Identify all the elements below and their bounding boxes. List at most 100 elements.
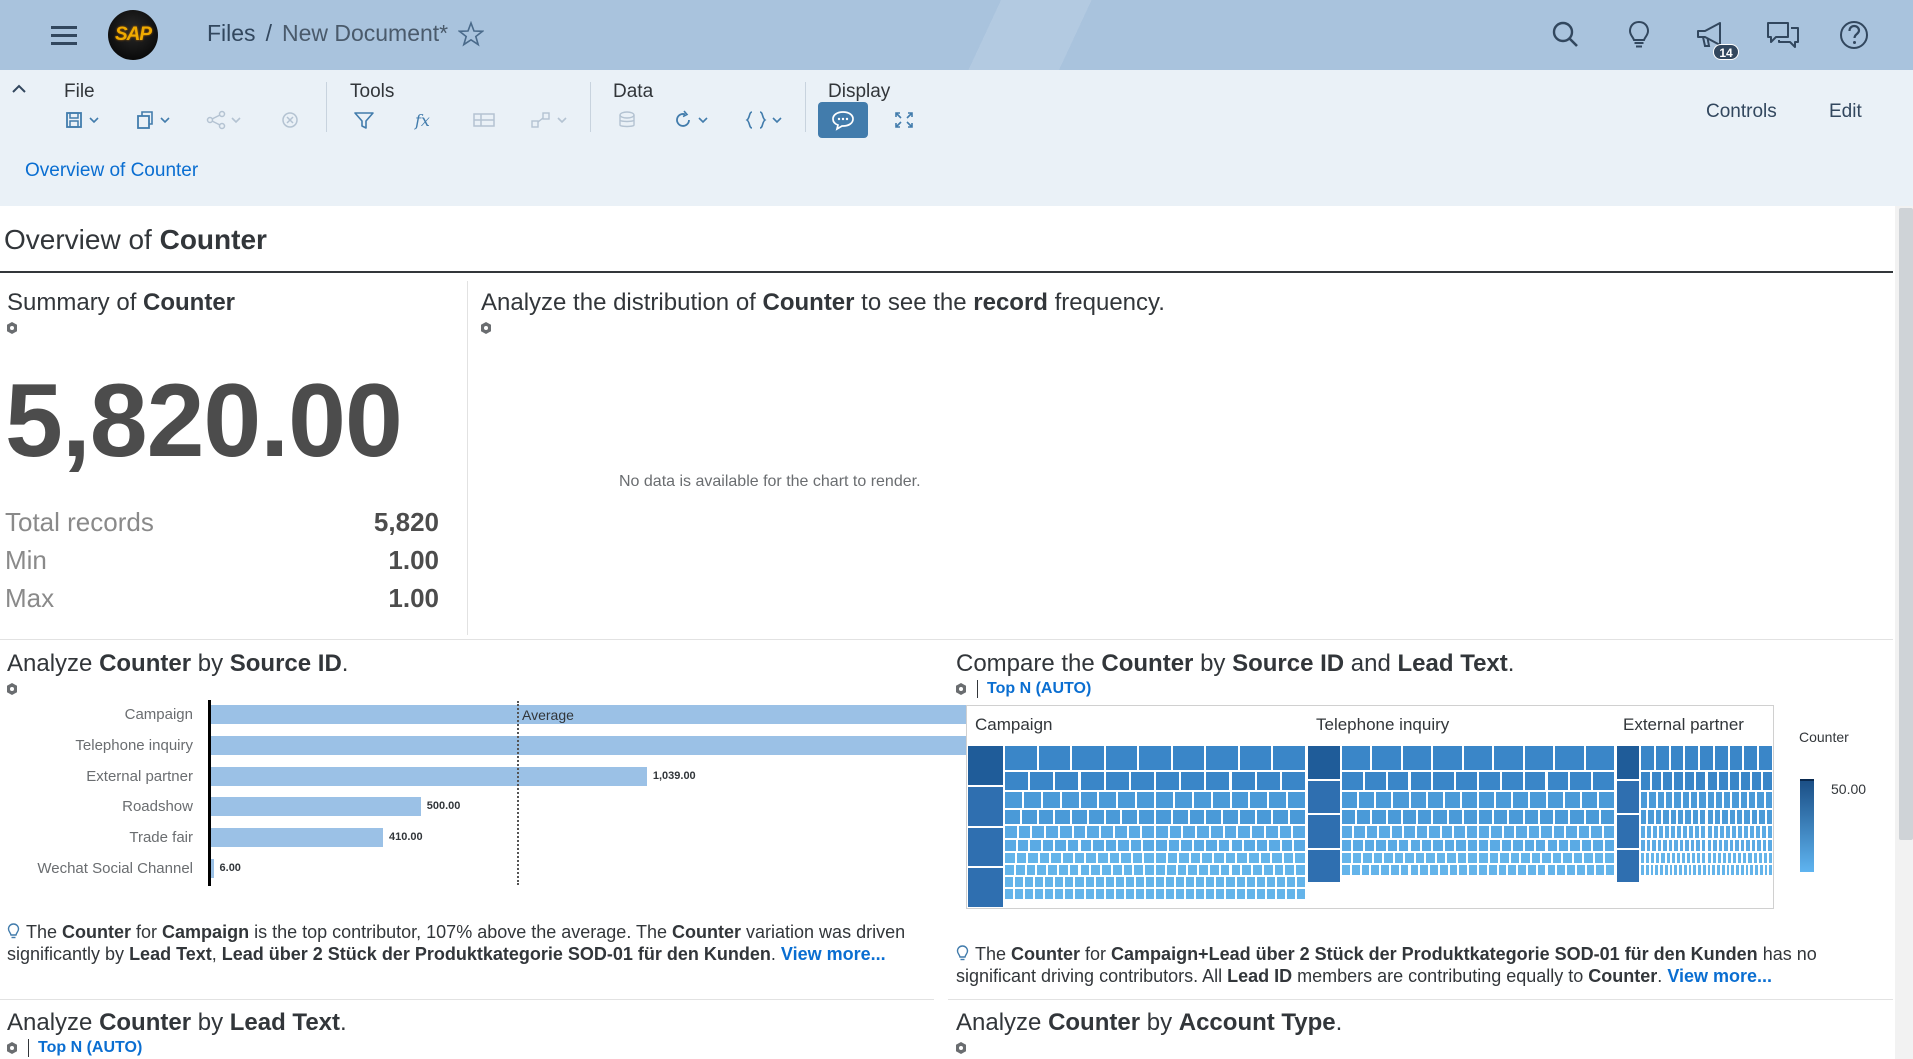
- treemap-cell[interactable]: [1037, 809, 1055, 825]
- treemap-cell[interactable]: [1403, 825, 1416, 839]
- treemap-cell[interactable]: [1022, 791, 1042, 809]
- treemap-cell[interactable]: [1458, 864, 1469, 876]
- treemap-cell[interactable]: [1341, 771, 1364, 791]
- treemap-cell[interactable]: [1142, 839, 1155, 852]
- treemap-cell[interactable]: [1074, 888, 1085, 900]
- treemap-cell[interactable]: [1004, 852, 1016, 864]
- formula-button[interactable]: fx: [413, 106, 437, 134]
- link-button[interactable]: [530, 106, 568, 134]
- treemap-cell[interactable]: [1268, 791, 1288, 809]
- treemap-cell[interactable]: [1507, 864, 1518, 876]
- treemap-cell[interactable]: [1045, 825, 1059, 839]
- treemap-cell[interactable]: [1616, 779, 1640, 814]
- treemap-cell[interactable]: [1307, 848, 1341, 883]
- treemap-cell[interactable]: [1569, 839, 1581, 852]
- treemap-cell[interactable]: [1552, 825, 1566, 839]
- treemap-cell[interactable]: [1603, 839, 1615, 852]
- filter-button[interactable]: [353, 106, 375, 134]
- treemap-cell[interactable]: [1386, 809, 1402, 825]
- treemap-cell[interactable]: [1556, 864, 1567, 876]
- treemap-cell[interactable]: [1285, 876, 1296, 888]
- treemap-cell[interactable]: [1027, 852, 1039, 864]
- treemap-cell[interactable]: [1235, 876, 1246, 888]
- treemap-cell[interactable]: [1166, 852, 1179, 864]
- treemap-cell[interactable]: [1090, 864, 1102, 876]
- favorite-star-icon[interactable]: [458, 20, 485, 47]
- treemap-cell[interactable]: [1409, 864, 1420, 876]
- treemap-cell[interactable]: [1134, 888, 1145, 900]
- treemap-cell[interactable]: [1605, 864, 1615, 876]
- treemap-cell[interactable]: [967, 745, 1004, 786]
- treemap-cell[interactable]: [1182, 825, 1197, 839]
- treemap-cell[interactable]: [1054, 888, 1065, 900]
- treemap-cell[interactable]: [1351, 852, 1363, 864]
- treemap-cell[interactable]: [1669, 809, 1677, 825]
- treemap-cell[interactable]: [1222, 809, 1239, 825]
- treemap-cell[interactable]: [1034, 876, 1045, 888]
- treemap-cell[interactable]: [1583, 852, 1594, 864]
- treemap-cell[interactable]: [1060, 791, 1080, 809]
- treemap-cell[interactable]: [1031, 825, 1046, 839]
- treemap-cell[interactable]: [1554, 745, 1585, 771]
- treemap-cell[interactable]: [1520, 852, 1531, 864]
- treemap-cell[interactable]: [1205, 888, 1216, 900]
- treemap-cell[interactable]: [1595, 864, 1606, 876]
- treemap-cell[interactable]: [1502, 825, 1516, 839]
- treemap-cell[interactable]: [1249, 791, 1269, 809]
- treemap-cell[interactable]: [1493, 809, 1509, 825]
- treemap-cell[interactable]: [1443, 791, 1461, 809]
- treemap-cell[interactable]: [1307, 814, 1341, 849]
- treemap-cell[interactable]: [1664, 791, 1674, 809]
- treemap-cell[interactable]: [1478, 839, 1490, 852]
- treemap-cell[interactable]: [1087, 809, 1105, 825]
- treemap-cell[interactable]: [1743, 809, 1751, 825]
- treemap-cell[interactable]: [1295, 864, 1306, 876]
- treemap-cell[interactable]: [1465, 825, 1478, 839]
- treemap-cell[interactable]: [1278, 825, 1293, 839]
- treemap-cell[interactable]: [1111, 864, 1123, 876]
- treemap-cell[interactable]: [1512, 839, 1524, 852]
- lightbulb-icon[interactable]: [1621, 17, 1657, 53]
- discard-button[interactable]: [280, 106, 300, 134]
- treemap-cell[interactable]: [1523, 771, 1547, 791]
- treemap-cell[interactable]: [1512, 791, 1530, 809]
- treemap-cell[interactable]: [1092, 839, 1105, 852]
- treemap-cell[interactable]: [1129, 771, 1155, 791]
- treemap-cell[interactable]: [1375, 791, 1393, 809]
- treemap-cell[interactable]: [1640, 809, 1648, 825]
- treemap-cell[interactable]: [1192, 791, 1212, 809]
- treemap-cell[interactable]: [1365, 825, 1379, 839]
- share-button[interactable]: [206, 106, 242, 134]
- treemap-cell[interactable]: [1085, 852, 1097, 864]
- treemap-cell[interactable]: [1134, 876, 1145, 888]
- treemap-cell[interactable]: [1176, 864, 1188, 876]
- treemap-cell[interactable]: [1739, 791, 1749, 809]
- treemap-cell[interactable]: [1265, 876, 1276, 888]
- treemap-cell[interactable]: [1468, 864, 1478, 876]
- treemap-cell[interactable]: [1259, 852, 1272, 864]
- treemap-cell[interactable]: [1255, 839, 1269, 852]
- treemap-cell[interactable]: [1447, 809, 1463, 825]
- treemap-cell[interactable]: [1180, 771, 1206, 791]
- treemap-cell[interactable]: [1272, 809, 1290, 825]
- treemap-cell[interactable]: [1131, 852, 1144, 864]
- treemap-cell[interactable]: [1435, 852, 1447, 864]
- treemap-cell[interactable]: [1462, 809, 1478, 825]
- treemap-cell[interactable]: [1098, 791, 1118, 809]
- treemap-cell[interactable]: [1307, 779, 1341, 814]
- treemap-cell[interactable]: [1217, 839, 1231, 852]
- treemap-cell[interactable]: [1238, 745, 1273, 771]
- treemap-cell[interactable]: [1420, 839, 1433, 852]
- treemap-cell[interactable]: [1086, 825, 1101, 839]
- treemap-cell[interactable]: [1508, 809, 1524, 825]
- treemap-cell[interactable]: [1440, 825, 1454, 839]
- treemap-cell[interactable]: [1238, 809, 1256, 825]
- topn-auto-link[interactable]: Top N (AUTO): [38, 1039, 142, 1057]
- treemap-cell[interactable]: [1272, 745, 1306, 771]
- treemap-cell[interactable]: [1195, 888, 1206, 900]
- treemap-cell[interactable]: [1669, 745, 1685, 771]
- treemap-cell[interactable]: [1713, 745, 1729, 771]
- treemap-cell[interactable]: [1453, 825, 1466, 839]
- treemap-cell[interactable]: [1208, 864, 1220, 876]
- treemap-cell[interactable]: [1713, 809, 1722, 825]
